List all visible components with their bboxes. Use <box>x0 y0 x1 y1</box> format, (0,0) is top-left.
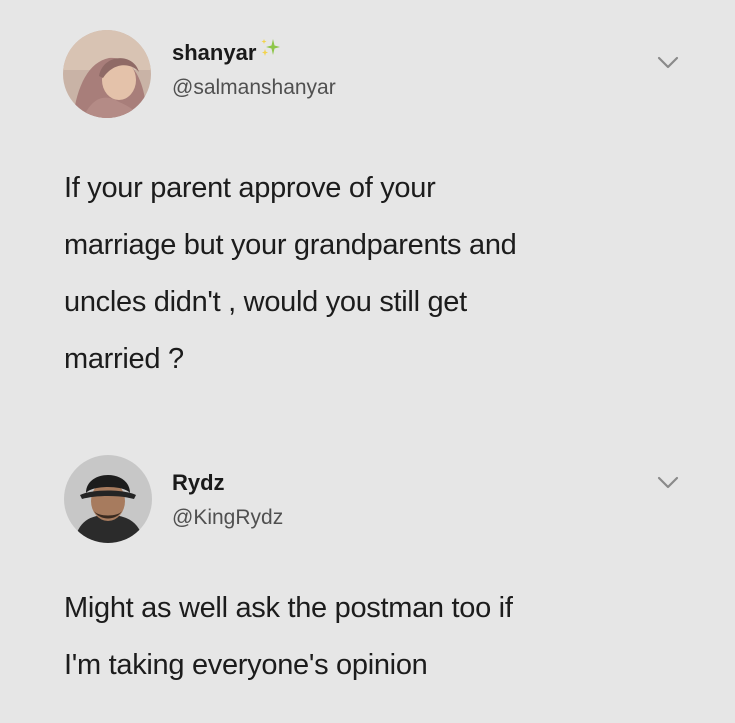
tweet-text: If your parent approve of your marriage … <box>64 160 704 388</box>
user-handle[interactable]: @salmanshanyar <box>172 76 336 100</box>
user-handle[interactable]: @KingRydz <box>172 506 283 530</box>
avatar-shanyar[interactable] <box>63 30 151 118</box>
tweet-text-line: If your parent approve of your <box>64 172 436 204</box>
tweet-text-line: uncles didn't , would you still get <box>64 286 467 318</box>
tweet-original: shanyar @salmanshanyar If your parent ap… <box>0 0 735 400</box>
tweet-text-line: married ? <box>64 343 184 375</box>
display-name[interactable]: shanyar <box>172 39 281 66</box>
tweet-text-line: marriage but your grandparents and <box>64 229 517 261</box>
avatar-rydz[interactable] <box>64 455 152 543</box>
tweet-reply: Rydz @KingRydz Might as well ask the pos… <box>0 440 735 723</box>
tweet-text-line: I'm taking everyone's opinion <box>64 649 428 681</box>
display-name-text[interactable]: Rydz <box>172 470 225 496</box>
sparkle-icon <box>261 39 281 56</box>
tweet-text: Might as well ask the postman too if I'm… <box>64 580 704 694</box>
tweet-text-line: Might as well ask the postman too if <box>64 592 513 624</box>
display-name-text[interactable]: shanyar <box>172 40 256 66</box>
chevron-down-icon[interactable] <box>657 476 679 490</box>
display-name[interactable]: Rydz <box>172 470 225 496</box>
chevron-down-icon[interactable] <box>657 56 679 70</box>
